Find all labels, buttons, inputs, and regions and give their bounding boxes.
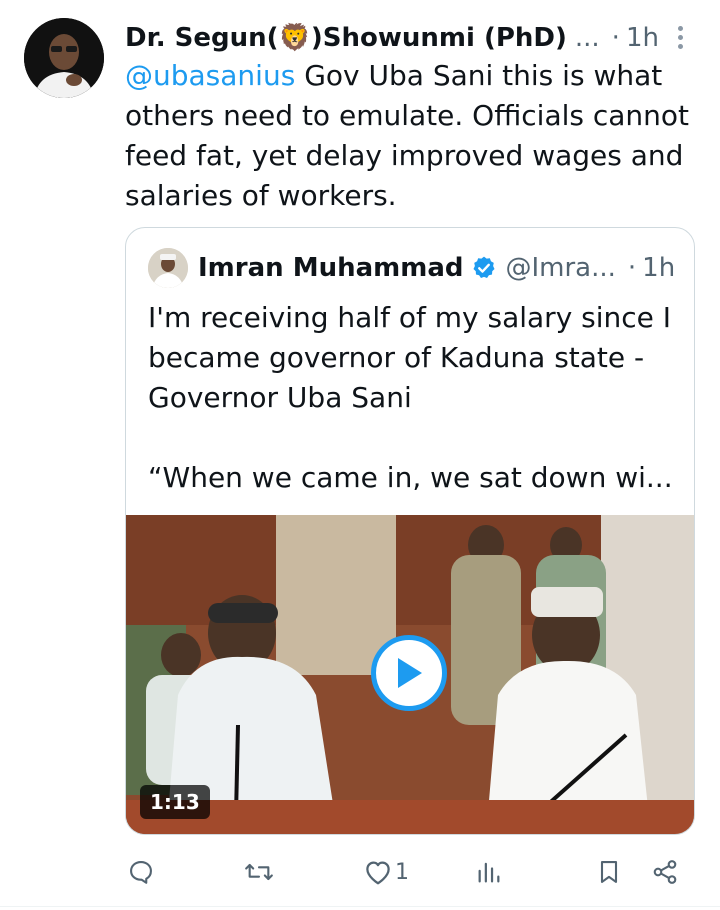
quoted-text-paragraph-1: I'm receiving half of my salary since I … (148, 301, 672, 414)
video-thumbnail[interactable]: 1:13 (126, 515, 694, 834)
play-icon (398, 658, 422, 688)
reply-button[interactable] (127, 850, 157, 894)
quoted-text-paragraph-2: “When we came in, we sat down wi... (148, 461, 673, 494)
like-count: 1 (395, 859, 409, 885)
views-button[interactable] (475, 850, 505, 894)
author-name-ellipsis: ... (574, 23, 600, 53)
author-avatar[interactable] (24, 18, 104, 98)
play-button[interactable] (371, 635, 447, 711)
separator-dot: · (611, 23, 620, 53)
quoted-tweet[interactable]: Imran Muhammad @Imra... · 1h I'm receivi… (125, 227, 695, 835)
share-button[interactable] (651, 850, 679, 894)
quoted-author-handle[interactable]: @Imra... (505, 253, 615, 283)
author-name[interactable]: Dr. Segun(🦁)Showunmi (PhD) (125, 23, 567, 53)
action-bar: 1 (125, 850, 695, 894)
mention-link[interactable]: @ubasanius (125, 59, 295, 92)
more-options-icon[interactable] (665, 22, 695, 52)
like-button[interactable]: 1 (363, 850, 409, 894)
heart-icon (366, 861, 390, 885)
tweet-text: @ubasanius Gov Uba Sani this is what oth… (125, 56, 700, 216)
quoted-separator-dot: · (627, 253, 637, 283)
tweet-header: Dr. Segun(🦁)Showunmi (PhD) ... · 1h (125, 16, 705, 60)
bookmark-icon (600, 861, 618, 883)
quoted-author-avatar[interactable] (148, 248, 188, 288)
repost-button[interactable] (243, 850, 277, 894)
quoted-tweet-header: Imran Muhammad @Imra... · 1h (148, 246, 688, 290)
views-icon (478, 862, 500, 883)
repost-icon (245, 863, 273, 881)
quoted-tweet-time[interactable]: 1h (642, 253, 675, 283)
reply-icon (130, 861, 152, 884)
tweet-time[interactable]: 1h (626, 23, 659, 53)
tweet[interactable]: Dr. Segun(🦁)Showunmi (PhD) ... · 1h @uba… (0, 0, 720, 910)
share-icon (653, 860, 677, 884)
quoted-tweet-text: I'm receiving half of my salary since I … (148, 298, 678, 498)
quoted-author-name[interactable]: Imran Muhammad (198, 253, 463, 283)
verified-badge-icon (471, 255, 497, 281)
video-duration: 1:13 (140, 785, 210, 819)
bookmark-button[interactable] (595, 850, 623, 894)
tweet-divider (0, 906, 720, 907)
